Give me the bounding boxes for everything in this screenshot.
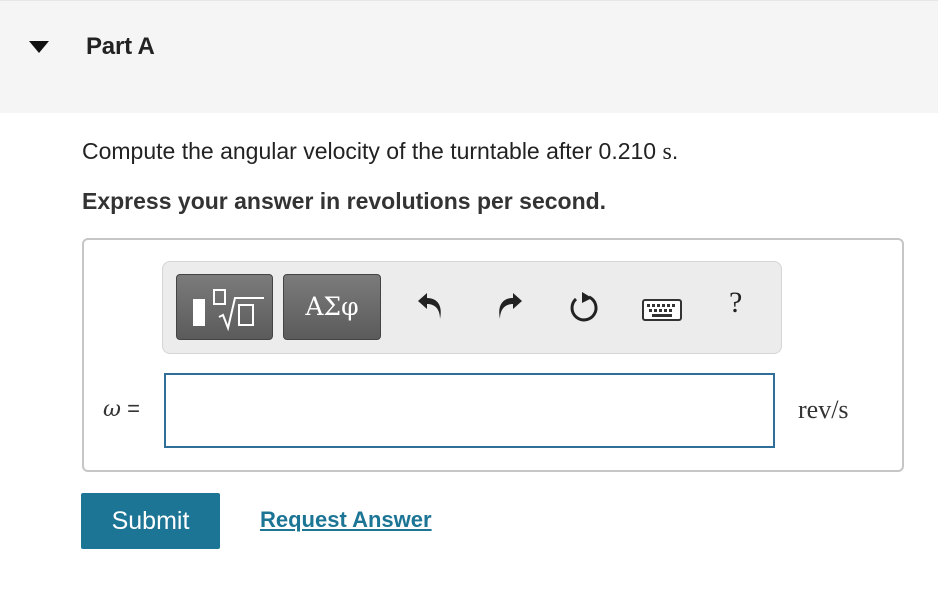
equals-sign: = — [127, 396, 140, 421]
keyboard-icon[interactable] — [642, 299, 682, 321]
answer-unit: rev/s — [798, 395, 849, 424]
question-prompt-end: . — [671, 138, 679, 164]
answer-variable: ω — [103, 397, 121, 422]
redo-icon[interactable] — [494, 292, 524, 322]
part-header: Part A — [0, 0, 938, 113]
greek-symbols-label: ΑΣφ — [305, 292, 359, 321]
answer-variable-label: ω = — [103, 396, 140, 422]
request-answer-link[interactable]: Request Answer — [260, 507, 432, 533]
question-time-unit: s — [662, 139, 672, 165]
undo-icon[interactable] — [416, 292, 446, 322]
question-prompt: Compute the angular velocity of the turn… — [82, 138, 657, 164]
reset-icon[interactable] — [567, 290, 601, 324]
greek-symbols-button[interactable]: ΑΣφ — [283, 274, 381, 340]
collapse-triangle-icon[interactable] — [29, 41, 49, 53]
part-title: Part A — [86, 33, 155, 60]
templates-button[interactable] — [176, 274, 273, 340]
submit-button[interactable]: Submit — [81, 493, 220, 549]
question-text: Compute the angular velocity of the turn… — [82, 138, 678, 166]
answer-instruction: Express your answer in revolutions per s… — [82, 188, 607, 214]
help-icon[interactable]: ? — [729, 286, 742, 320]
math-toolbar: ΑΣφ ? — [162, 261, 782, 354]
answer-input[interactable] — [164, 373, 775, 448]
